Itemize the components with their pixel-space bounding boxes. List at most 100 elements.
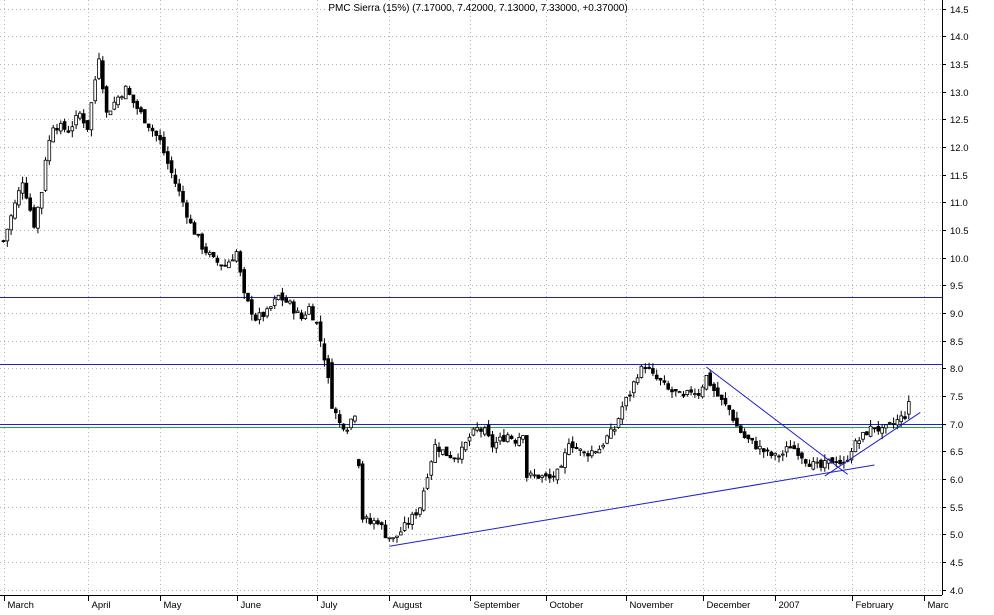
candle-body xyxy=(261,311,266,317)
candle-body xyxy=(299,312,304,320)
y-tick-label: 6.0 xyxy=(950,475,963,486)
candle-body xyxy=(13,202,17,219)
candle-body xyxy=(337,414,342,424)
candle-body xyxy=(284,297,288,303)
candle-body xyxy=(142,109,147,124)
y-tick-label: 10.0 xyxy=(950,254,969,265)
candle-body xyxy=(719,394,724,400)
candle-body xyxy=(712,383,716,392)
candle-body xyxy=(81,113,86,124)
x-tick-label: December xyxy=(707,600,751,610)
candle-body xyxy=(169,160,174,174)
candle-body xyxy=(807,463,812,467)
candle-body xyxy=(628,394,632,397)
candle-body xyxy=(456,457,460,460)
candle-body xyxy=(314,321,319,324)
candle-body xyxy=(448,454,453,459)
y-tick-label: 7.0 xyxy=(950,420,963,431)
candle-body xyxy=(486,424,491,437)
y-tick-label: 9.5 xyxy=(950,281,963,292)
candle-body xyxy=(731,409,735,421)
candle-body xyxy=(899,415,903,423)
candle-body xyxy=(723,397,728,405)
candle-body xyxy=(406,522,411,525)
candle-body xyxy=(379,522,384,526)
candle-body xyxy=(185,202,189,218)
candle-body xyxy=(330,362,334,409)
candle-body xyxy=(815,461,819,464)
candle-body xyxy=(112,101,117,110)
candle-body xyxy=(528,472,533,476)
y-tick-label: 4.0 xyxy=(950,586,963,597)
candle-body xyxy=(758,445,762,450)
candle-body xyxy=(853,440,858,453)
candle-body xyxy=(356,459,361,467)
y-tick-label: 11.0 xyxy=(950,198,968,209)
candle-body xyxy=(376,520,380,525)
candle-body xyxy=(303,314,308,320)
candle-body xyxy=(639,365,644,378)
candle-body xyxy=(123,85,128,100)
y-tick-label: 8.0 xyxy=(950,364,963,375)
candle-body xyxy=(517,436,521,446)
candle-body xyxy=(689,389,693,393)
candle-body xyxy=(513,439,518,444)
x-tick-label: October xyxy=(550,600,584,610)
candle-body xyxy=(651,368,655,374)
candle-body xyxy=(872,427,877,430)
candle-body xyxy=(165,151,170,164)
candle-body xyxy=(460,446,464,460)
candle-body xyxy=(440,449,445,455)
candle-body xyxy=(345,429,350,432)
candle-body xyxy=(391,537,395,540)
x-tick-label: September xyxy=(474,600,520,610)
candle-body xyxy=(360,463,365,520)
candle-body xyxy=(223,264,227,267)
candle-body xyxy=(521,435,525,440)
candle-body xyxy=(139,107,143,113)
candle-body xyxy=(570,441,575,449)
candle-body xyxy=(674,388,678,392)
candle-body xyxy=(704,374,709,390)
candle-body xyxy=(823,460,827,469)
x-tick-label: April xyxy=(92,600,111,610)
candle-body xyxy=(796,447,800,456)
x-tick-label: August xyxy=(393,600,423,610)
chart-container: 4.0 4.5 5.0 5.5 6.0 6.5 7.0 7.5 8.0 8.5 9.0 9.5 10.0… xyxy=(0,0,994,611)
price-chart: 4.0 4.5 5.0 5.5 6.0 6.5 7.0 7.5 8.0 8.5 9.0 9.5 10.0… xyxy=(0,0,994,611)
candle-body xyxy=(559,465,563,468)
candle-body xyxy=(120,96,124,99)
candle-body xyxy=(437,446,441,453)
candle-body xyxy=(39,191,44,209)
y-tick-label: 7.5 xyxy=(950,392,963,403)
candle-body xyxy=(490,434,495,448)
candle-body xyxy=(295,310,300,313)
candle-body xyxy=(66,130,71,133)
y-tick-label: 5.0 xyxy=(950,530,963,541)
candle-body xyxy=(773,452,777,456)
candle-body xyxy=(28,197,32,211)
candle-body xyxy=(505,434,510,443)
candle-body xyxy=(333,408,338,414)
candle-body xyxy=(5,228,10,242)
candle-body xyxy=(788,446,793,449)
candle-body xyxy=(272,298,277,306)
candle-body xyxy=(597,448,602,454)
candle-body xyxy=(716,387,720,397)
candle-body xyxy=(551,475,556,478)
candle-body xyxy=(616,418,621,428)
candle-body xyxy=(162,136,166,154)
candle-body xyxy=(567,443,571,455)
candle-body xyxy=(207,252,212,255)
candle-body xyxy=(311,306,315,321)
candle-body xyxy=(769,451,774,457)
candle-body xyxy=(475,427,479,431)
candle-body xyxy=(341,423,346,430)
candle-body xyxy=(249,299,254,315)
candle-body xyxy=(781,453,785,456)
candle-body xyxy=(620,406,625,420)
candle-body xyxy=(1,240,6,243)
candle-body xyxy=(777,455,781,458)
candle-body xyxy=(880,427,884,434)
candle-body xyxy=(735,417,739,427)
